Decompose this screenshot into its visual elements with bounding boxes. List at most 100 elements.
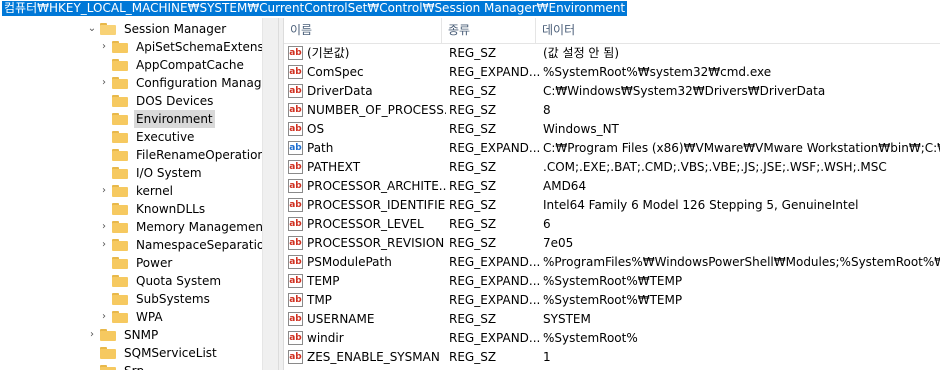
value-type: REG_SZ [449, 160, 497, 174]
tree-item-label: KnownDLLs [136, 202, 206, 216]
value-row[interactable]: ab ZES_ENABLE_SYSMAN REG_SZ 1 [284, 348, 940, 367]
tree-item-label: Session Manager [124, 22, 227, 36]
folder-icon [112, 95, 128, 107]
chevron-right-icon[interactable]: › [98, 38, 110, 56]
value-row[interactable]: ab PATHEXT REG_SZ .COM;.EXE;.BAT;.CMD;.VBS;… [284, 158, 940, 177]
value-type: REG_SZ [449, 84, 497, 98]
string-value-icon: ab [288, 65, 303, 79]
value-data: Windows_NT [543, 122, 619, 136]
folder-icon [112, 41, 128, 53]
value-data: %SystemRoot%₩TEMP [543, 274, 683, 288]
folder-icon [112, 293, 128, 305]
chevron-down-icon[interactable]: ⌄ [86, 20, 98, 38]
value-name: PSModulePath [307, 255, 392, 269]
value-row[interactable]: ab USERNAME REG_SZ SYSTEM [284, 310, 940, 329]
value-row[interactable]: ab PROCESSOR_LEVEL REG_SZ 6 [284, 215, 940, 234]
no-chevron [98, 92, 110, 110]
tree-item-label: Power [136, 256, 173, 270]
chevron-right-icon[interactable]: › [98, 236, 110, 254]
tree-item-label: AppCompatCache [136, 58, 244, 72]
value-name-cell: ab DriverData [288, 82, 446, 101]
value-name: USERNAME [307, 312, 375, 326]
chevron-right-icon[interactable]: › [98, 74, 110, 92]
no-chevron [86, 344, 98, 362]
value-name: PATHEXT [307, 160, 361, 174]
folder-icon [100, 365, 116, 370]
value-type: REG_SZ [449, 46, 497, 60]
address-path[interactable]: 컴퓨터₩HKEY_LOCAL_MACHINE₩SYSTEM₩CurrentCon… [2, 1, 628, 16]
folder-icon [112, 257, 128, 269]
value-data: C:₩Program Files (x86)₩VMware₩VMware Wor… [543, 141, 940, 155]
value-type: REG_SZ [449, 312, 497, 326]
column-data-header[interactable]: 데이터 [536, 18, 940, 43]
value-data: .COM;.EXE;.BAT;.CMD;.VBS;.VBE;.JS;.JSE;.… [543, 160, 887, 174]
values-list[interactable]: 이름 종류 데이터 ab (기본값) REG_SZ (값 설정 안 됨) ab ComSp… [284, 18, 940, 370]
value-row[interactable]: ab OS REG_SZ Windows_NT [284, 120, 940, 139]
value-type: REG_SZ [449, 179, 497, 193]
tree-item-label: Srp [122, 362, 146, 370]
tree-item-label: DOS Devices [136, 94, 214, 108]
column-name-header[interactable]: 이름 [284, 18, 442, 43]
chevron-right-icon[interactable]: › [98, 182, 110, 200]
key-tree[interactable]: ⌄ Session Manager › ApiSetSchemaExtensions A… [0, 18, 278, 370]
value-name: TMP [307, 293, 332, 307]
value-name: OS [307, 122, 325, 136]
column-type-header[interactable]: 종류 [442, 18, 536, 43]
folder-icon [112, 113, 128, 125]
tree-item-label: Quota System [136, 274, 222, 288]
value-row[interactable]: ab PSModulePath REG_EXPAND... %ProgramFiles… [284, 253, 940, 272]
value-row[interactable]: ab ComSpec REG_EXPAND... %SystemRoot%₩syste… [284, 63, 940, 82]
value-row[interactable]: ab DriverData REG_SZ C:₩Windows₩System32₩Dr… [284, 82, 940, 101]
string-value-icon: ab [288, 312, 303, 326]
string-value-icon: ab [288, 255, 303, 269]
string-value-icon: ab [288, 46, 303, 60]
value-row[interactable]: ab TEMP REG_EXPAND... %SystemRoot%₩TEMP [284, 272, 940, 291]
value-name-cell: ab PATHEXT [288, 158, 446, 177]
value-row[interactable]: ab PROCESSOR_REVISION REG_SZ 7e05 [284, 234, 940, 253]
string-value-icon: ab [288, 217, 303, 231]
chevron-right-icon[interactable]: › [98, 308, 110, 326]
value-name: TEMP [307, 274, 340, 288]
chevron-right-icon[interactable]: › [86, 326, 98, 344]
value-row[interactable]: ab TMP REG_EXPAND... %SystemRoot%₩TEMP [284, 291, 940, 310]
value-data: %SystemRoot%₩TEMP [543, 293, 683, 307]
no-chevron [98, 56, 110, 74]
value-data: %SystemRoot%₩system32₩cmd.exe [543, 65, 772, 79]
value-row[interactable]: ab Path REG_EXPAND... C:₩Program Files (x86… [284, 139, 940, 158]
column-header: 이름 종류 데이터 [284, 18, 940, 44]
string-value-icon: ab [288, 141, 303, 155]
folder-icon [112, 59, 128, 71]
value-name: PROCESSOR_ARCHITE... [307, 179, 446, 193]
folder-icon [112, 221, 128, 233]
string-value-icon: ab [288, 350, 303, 364]
tree-scrollbar[interactable] [262, 18, 278, 370]
folder-icon [112, 77, 128, 89]
value-name-cell: ab PROCESSOR_LEVEL [288, 215, 446, 234]
value-row[interactable]: ab PROCESSOR_IDENTIFIER REG_SZ Intel64 Fami… [284, 196, 940, 215]
tree-item-label: Environment [134, 110, 215, 128]
chevron-right-icon[interactable]: › [98, 218, 110, 236]
value-row[interactable]: ab (기본값) REG_SZ (값 설정 안 됨) [284, 44, 940, 63]
string-value-icon: ab [288, 331, 303, 345]
folder-icon [100, 347, 116, 359]
value-data: 1 [543, 350, 551, 364]
tree-item-label: SNMP [124, 328, 159, 342]
address-bar[interactable]: 컴퓨터₩HKEY_LOCAL_MACHINE₩SYSTEM₩CurrentCon… [0, 0, 940, 18]
string-value-icon: ab [288, 236, 303, 250]
value-name: DriverData [307, 84, 373, 98]
folder-icon [112, 149, 128, 161]
folder-icon [112, 167, 128, 179]
tree-item-label: SubSystems [136, 292, 210, 306]
value-row[interactable]: ab windir REG_EXPAND... %SystemRoot% [284, 329, 940, 348]
value-row[interactable]: ab PROCESSOR_ARCHITE... REG_SZ AMD64 [284, 177, 940, 196]
string-value-icon: ab [288, 103, 303, 117]
value-type: REG_EXPAND... [449, 274, 541, 288]
value-name-cell: ab NUMBER_OF_PROCESS... [288, 101, 446, 120]
string-value-icon: ab [288, 179, 303, 193]
value-row[interactable]: ab NUMBER_OF_PROCESS... REG_SZ 8 [284, 101, 940, 120]
value-data: AMD64 [543, 179, 587, 193]
value-name: ComSpec [307, 65, 364, 79]
string-value-icon: ab [288, 84, 303, 98]
value-data: 7e05 [543, 236, 574, 250]
tree-item-label: Memory Management [136, 220, 268, 234]
